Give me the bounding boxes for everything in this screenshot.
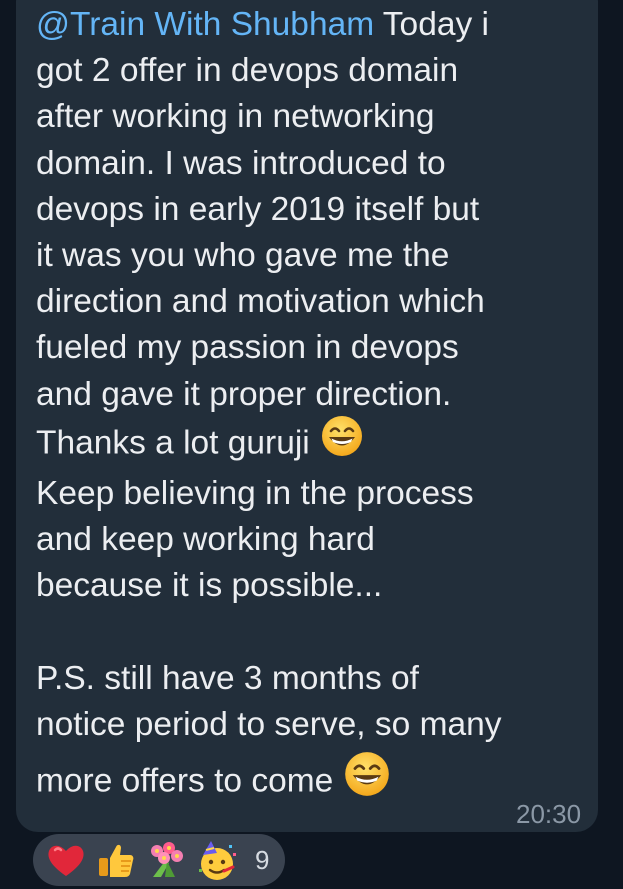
reactions-bar[interactable]: 9: [33, 834, 285, 886]
message-line: P.S. still have 3 months of: [36, 659, 419, 697]
partying-face-icon[interactable]: [195, 839, 239, 888]
last-line-text: more offers to come: [36, 762, 334, 800]
reaction-count: 9: [255, 845, 270, 875]
message-line: Thanks a lot guruji: [36, 415, 596, 471]
message-line: domain. I was introduced to: [36, 144, 446, 182]
message-line: and gave it proper direction.: [36, 375, 452, 413]
message-line: more offers to come: [36, 752, 596, 811]
message-line: it was you who gave me the: [36, 237, 450, 275]
thumbs-up-icon[interactable]: [95, 839, 137, 886]
mention-link[interactable]: @Train With Shubham: [36, 6, 374, 43]
bouquet-icon[interactable]: [145, 839, 187, 886]
message-line: because it is possible...: [36, 567, 383, 605]
grinning-face-icon: [320, 414, 364, 471]
message-line: direction and motivation which: [36, 283, 485, 321]
message-line: notice period to serve, so many: [36, 706, 502, 744]
message-line: devops in early 2019 itself but: [36, 190, 480, 228]
message-line: and keep working hard: [36, 521, 375, 559]
message-text: @Train With Shubham Today i got 2 offer …: [36, 2, 596, 811]
grinning-face-icon: [343, 750, 391, 811]
message-line: @Train With Shubham Today i: [36, 2, 596, 48]
thanks-text: Thanks a lot guruji: [36, 424, 310, 462]
message-timestamp: 20:30: [516, 799, 582, 829]
message-line: after working in networking: [36, 98, 435, 136]
message-line: Keep believing in the process: [36, 475, 474, 513]
message-text-segment: Today i: [374, 6, 489, 43]
chat-screen: @Train With Shubham Today i got 2 offer …: [0, 0, 623, 889]
message-line: fueled my passion in devops: [36, 329, 459, 367]
red-heart-icon[interactable]: [45, 839, 87, 886]
message-line: got 2 offer in devops domain: [36, 52, 459, 90]
